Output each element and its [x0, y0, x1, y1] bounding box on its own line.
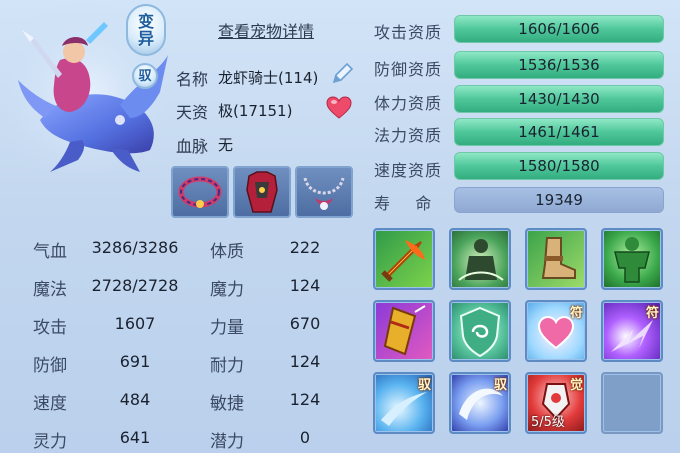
stat-mp-label: 魔法 — [33, 280, 67, 300]
shadow-warrior-icon — [458, 239, 504, 281]
skill-slot-9[interactable]: 驭 — [373, 372, 435, 434]
stat-spirit-value: 641 — [119, 428, 151, 447]
aptitude-mana-label: 法力资质 — [374, 126, 443, 145]
skill-slot-11[interactable]: 觉 5/5级 — [525, 372, 587, 434]
heart-icon[interactable] — [326, 96, 352, 120]
skill-slot-8[interactable]: 符 — [601, 300, 663, 362]
skill-slot-11-level: 5/5级 — [531, 415, 565, 430]
collar-icon — [178, 176, 222, 208]
stat-defense-value: 691 — [119, 352, 151, 371]
skill-slot-10-tag: 驭 — [493, 378, 507, 393]
aptitude-stamina-bar: 1430/1430 — [454, 85, 664, 113]
aptitude-defense-value: 1536/1536 — [518, 56, 600, 74]
aptitude-speed-label: 速度资质 — [374, 161, 443, 180]
skill-slot-1[interactable] — [373, 228, 435, 290]
stat-magic-value: 124 — [289, 276, 321, 295]
necklace-icon — [303, 177, 345, 210]
stat-hp-label: 气血 — [33, 242, 67, 262]
aptitude-defense-bar: 1536/1536 — [454, 51, 664, 79]
stat-attack-value: 1607 — [114, 314, 156, 333]
skill-slot-5[interactable] — [373, 300, 435, 362]
aptitude-stamina-label: 体力资质 — [374, 94, 443, 113]
skill-slot-9-tag: 驭 — [417, 378, 431, 393]
stat-potential-label: 潜力 — [210, 432, 244, 452]
stat-endurance-label: 耐力 — [210, 356, 244, 376]
pet-detail-panel: 变 异 驭 查看宠物详情 名称 龙虾骑士(114) 天资 极(17151) 血脉… — [0, 0, 680, 453]
equipment-slot-necklace[interactable] — [295, 166, 353, 218]
stat-endurance-value: 124 — [289, 352, 321, 371]
stat-constitution-label: 体质 — [210, 242, 244, 262]
lifespan-value: 19349 — [535, 191, 583, 209]
aptitude-defense-label: 防御资质 — [374, 60, 443, 79]
talent-label: 天资 — [176, 103, 209, 122]
stat-mp-value: 2728/2728 — [91, 276, 179, 295]
armor-icon — [246, 171, 278, 213]
aptitude-speed-bar: 1580/1580 — [454, 152, 664, 180]
skill-slot-3[interactable] — [525, 228, 587, 290]
stat-spirit-label: 灵力 — [33, 432, 67, 452]
view-pet-details-link[interactable]: 查看宠物详情 — [218, 18, 314, 42]
name-label: 名称 — [176, 70, 209, 89]
stat-constitution-value: 222 — [289, 238, 321, 257]
bloodline-value: 无 — [218, 136, 234, 154]
stat-potential-value: 0 — [299, 428, 311, 447]
lifespan-label: 寿 命 — [374, 194, 433, 213]
skill-slot-7[interactable]: 符 — [525, 300, 587, 362]
green-giant-icon — [614, 237, 650, 283]
skill-slot-12-empty[interactable] — [601, 372, 663, 434]
stat-attack-label: 攻击 — [33, 318, 67, 338]
variant-badge-text: 变 异 — [137, 12, 154, 48]
skill-slot-8-tag: 符 — [645, 306, 659, 321]
aptitude-attack-value: 1606/1606 — [518, 20, 600, 38]
tame-badge-text: 驭 — [138, 68, 152, 84]
aptitude-mana-bar: 1461/1461 — [454, 118, 664, 146]
skill-slot-6[interactable] — [449, 300, 511, 362]
equipment-slot-armor[interactable] — [233, 166, 291, 218]
shield-rune-icon — [459, 306, 501, 358]
swift-boot-icon — [541, 237, 576, 279]
stat-magic-label: 魔力 — [210, 280, 244, 300]
stat-hp-value: 3286/3286 — [91, 238, 179, 257]
stat-defense-label: 防御 — [33, 356, 67, 376]
aptitude-attack-bar: 1606/1606 — [454, 15, 664, 43]
stat-agility-label: 敏捷 — [210, 394, 244, 414]
equipment-slot-collar[interactable] — [171, 166, 229, 218]
flaming-sword-icon — [381, 240, 425, 282]
stat-agility-value: 124 — [289, 390, 321, 409]
stat-strength-label: 力量 — [210, 318, 244, 338]
variant-badge: 变 异 — [126, 4, 166, 56]
golden-blade-icon — [383, 305, 426, 356]
aptitude-mana-value: 1461/1461 — [518, 123, 600, 141]
stat-strength-value: 670 — [289, 314, 321, 333]
skill-slot-2[interactable] — [449, 228, 511, 290]
stat-speed-value: 484 — [119, 390, 151, 409]
talent-value: 极(17151) — [218, 102, 293, 120]
tame-badge: 驭 — [132, 63, 158, 89]
skill-slot-11-tag: 觉 — [569, 378, 583, 393]
skill-slot-4[interactable] — [601, 228, 663, 290]
aptitude-speed-value: 1580/1580 — [518, 157, 600, 175]
lifespan-bar: 19349 — [454, 187, 664, 213]
aptitude-attack-label: 攻击资质 — [374, 23, 443, 42]
pet-name-value: 龙虾骑士(114) — [218, 69, 319, 87]
skill-slot-7-tag: 符 — [569, 306, 583, 321]
bloodline-label: 血脉 — [176, 137, 209, 156]
aptitude-stamina-value: 1430/1430 — [518, 90, 600, 108]
skill-slot-10[interactable]: 驭 — [449, 372, 511, 434]
edit-name-icon[interactable] — [328, 60, 356, 88]
stat-speed-label: 速度 — [33, 394, 67, 414]
